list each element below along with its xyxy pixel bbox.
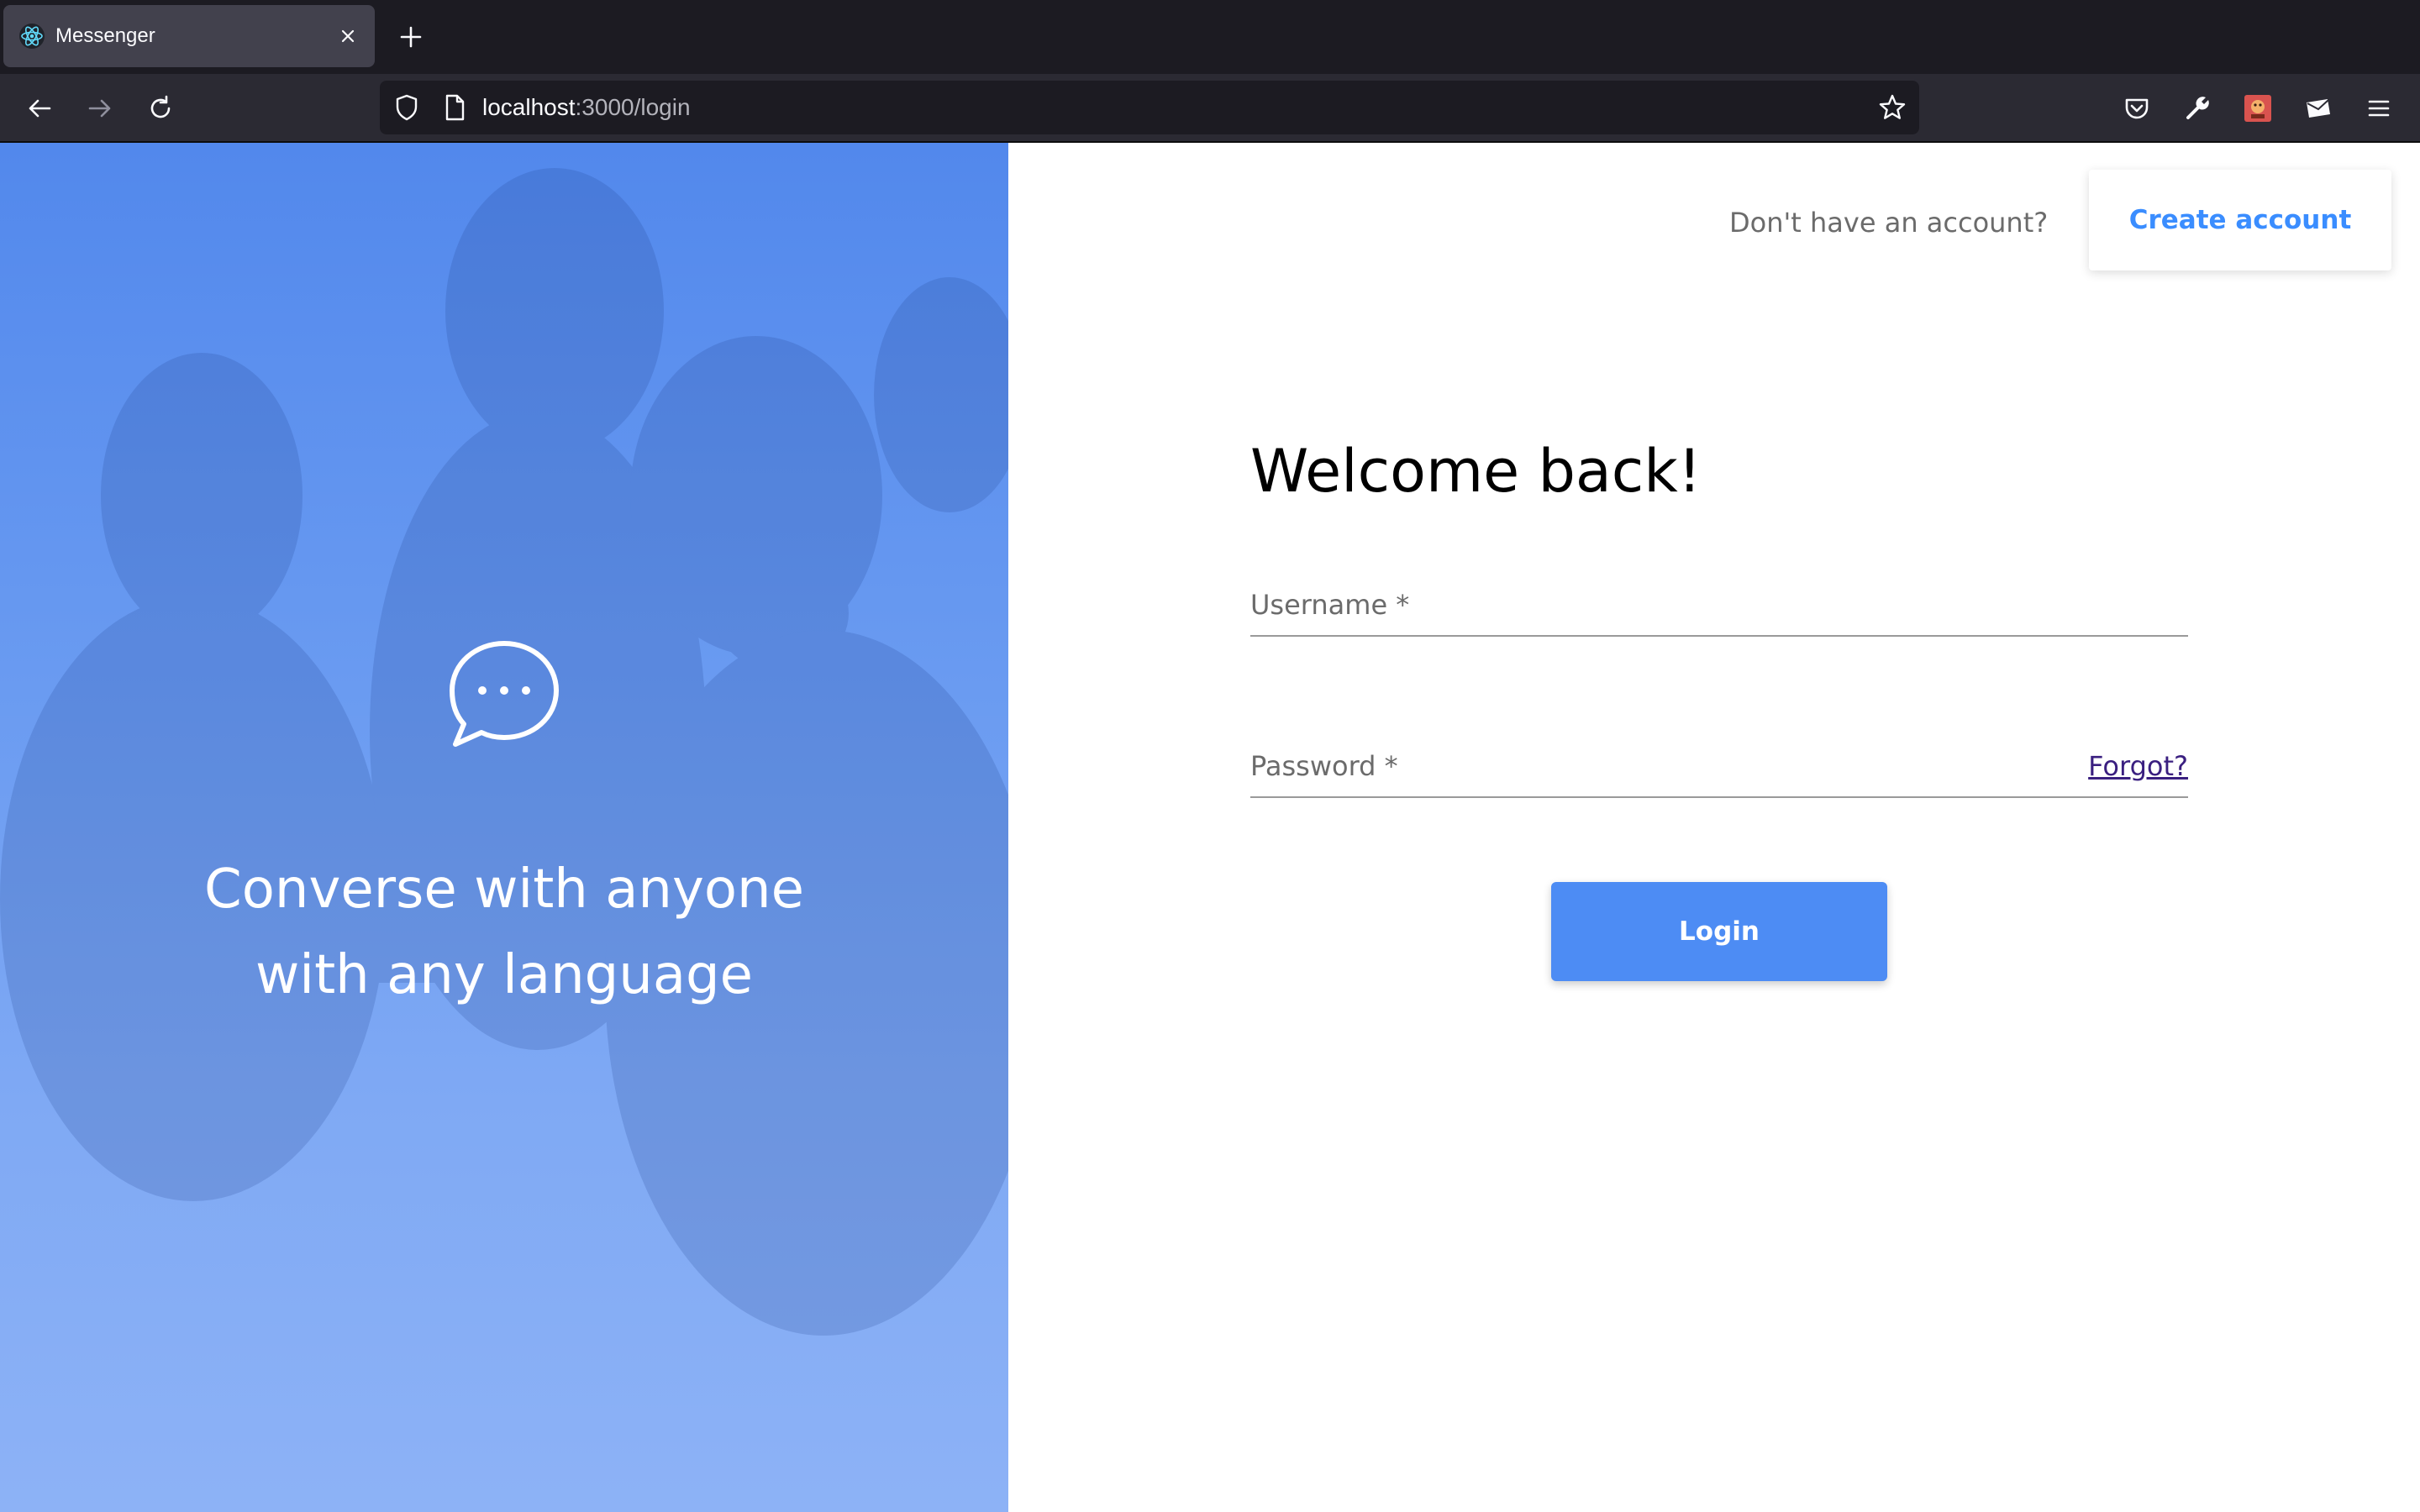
- react-atom-icon: [19, 24, 45, 49]
- back-icon[interactable]: [24, 92, 55, 124]
- login-button[interactable]: Login: [1551, 882, 1887, 981]
- password-input[interactable]: [1250, 734, 2188, 796]
- wrench-icon[interactable]: [2181, 92, 2213, 124]
- hero-panel: Converse with anyone with any language: [0, 143, 1008, 1512]
- bookmark-star-icon[interactable]: [1877, 92, 1907, 123]
- hero-tagline-line1: Converse with anyone: [204, 858, 804, 921]
- url-path: :3000/login: [575, 94, 691, 120]
- menu-icon[interactable]: [2363, 92, 2395, 124]
- url-host: localhost: [482, 94, 576, 120]
- tab-title: Messenger: [55, 24, 155, 47]
- reload-icon[interactable]: [145, 92, 176, 124]
- password-field[interactable]: Password * Forgot?: [1250, 734, 2188, 798]
- username-input[interactable]: [1250, 573, 2188, 635]
- browser-tab-strip: Messenger: [0, 0, 2420, 74]
- extension-icon[interactable]: [2242, 92, 2274, 124]
- forward-icon[interactable]: [84, 92, 116, 124]
- login-form-panel: Don't have an account? Create account We…: [1008, 143, 2420, 1512]
- chat-bubble-icon: [450, 641, 559, 747]
- hero-tagline: Converse with anyone with any language: [0, 847, 1008, 1018]
- shield-icon[interactable]: [392, 92, 422, 123]
- new-tab-icon[interactable]: [395, 21, 427, 53]
- browser-tab[interactable]: Messenger: [3, 5, 375, 67]
- hero-tagline-line2: with any language: [255, 944, 754, 1006]
- close-tab-icon[interactable]: [333, 21, 363, 51]
- hero-background-photo: [0, 168, 1008, 1336]
- browser-toolbar: localhost:3000/login: [0, 74, 2420, 143]
- no-account-prompt: Don't have an account?: [1729, 207, 2049, 239]
- username-field[interactable]: Username *: [1250, 573, 2188, 637]
- url-text[interactable]: localhost:3000/login: [482, 81, 691, 134]
- page-icon[interactable]: [440, 92, 469, 123]
- create-account-button[interactable]: Create account: [2089, 170, 2391, 270]
- forgot-password-link[interactable]: Forgot?: [2088, 749, 2188, 783]
- mail-extension-icon[interactable]: [2302, 92, 2334, 124]
- address-bar[interactable]: localhost:3000/login: [380, 81, 1919, 134]
- page-title: Welcome back!: [1250, 437, 1702, 506]
- pocket-icon[interactable]: [2121, 92, 2153, 124]
